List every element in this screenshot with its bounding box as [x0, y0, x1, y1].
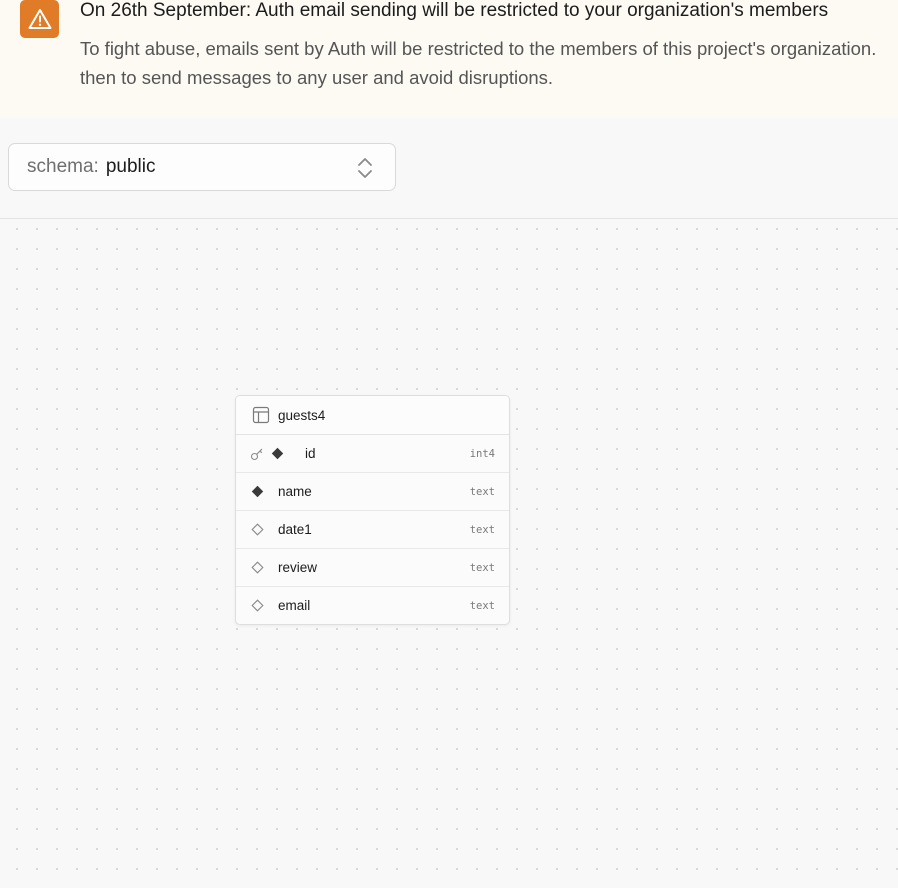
column-name: review — [278, 560, 318, 575]
nullable-diamond-icon — [251, 599, 264, 612]
column-row-review[interactable]: review text — [236, 549, 509, 587]
table-name: guests4 — [278, 407, 326, 423]
table-icon — [252, 406, 270, 424]
chevron-up-down-icon — [358, 158, 372, 178]
schema-select-prefix: schema: — [27, 156, 99, 177]
column-name: email — [278, 598, 311, 613]
primary-key-icon — [250, 448, 263, 461]
nullable-diamond-icon — [251, 561, 264, 574]
schema-select[interactable]: schema: public — [8, 143, 396, 191]
column-type: int4 — [469, 447, 495, 460]
column-icons — [236, 587, 278, 624]
table-node-guests4[interactable]: guests4 id int4 name text date1 text rev… — [235, 395, 510, 625]
column-icons — [236, 473, 278, 510]
nullable-diamond-icon — [251, 523, 264, 536]
banner-body-line-2: then to send messages to any user and av… — [80, 67, 554, 88]
auth-email-warning-banner: On 26th September: Auth email sending wi… — [0, 0, 898, 118]
table-node-header[interactable]: guests4 — [236, 396, 509, 435]
column-icons — [236, 549, 278, 586]
banner-body: To fight abuse, emails sent by Auth will… — [80, 34, 898, 92]
column-type: text — [469, 523, 495, 536]
column-row-email[interactable]: email text — [236, 587, 509, 624]
column-icons — [236, 511, 278, 548]
schema-select-value: public — [105, 156, 156, 177]
column-row-name[interactable]: name text — [236, 473, 509, 511]
schema-toolbar: schema: public — [0, 118, 898, 219]
column-name: id — [305, 446, 316, 461]
warning-triangle-icon — [20, 0, 59, 38]
column-type: text — [469, 485, 495, 498]
banner-title: On 26th September: Auth email sending wi… — [80, 0, 829, 21]
banner-body-line-1: To fight abuse, emails sent by Auth will… — [80, 38, 877, 59]
non-nullable-diamond-icon — [251, 485, 264, 498]
column-icons — [236, 435, 284, 472]
column-type: text — [469, 599, 495, 612]
column-type: text — [469, 561, 495, 574]
column-row-date1[interactable]: date1 text — [236, 511, 509, 549]
column-name: name — [278, 484, 312, 499]
column-row-id[interactable]: id int4 — [236, 435, 509, 473]
column-name: date1 — [278, 522, 312, 537]
non-nullable-diamond-icon — [271, 447, 284, 460]
